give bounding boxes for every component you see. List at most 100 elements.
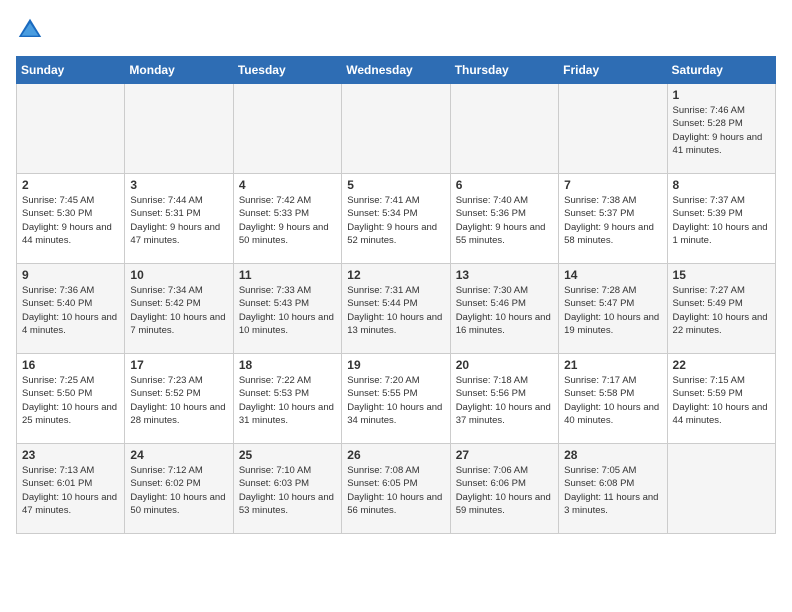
day-number: 7 (564, 178, 661, 192)
day-info: Sunrise: 7:38 AM Sunset: 5:37 PM Dayligh… (564, 194, 661, 247)
day-number: 25 (239, 448, 336, 462)
day-info: Sunrise: 7:33 AM Sunset: 5:43 PM Dayligh… (239, 284, 336, 337)
day-number: 27 (456, 448, 553, 462)
calendar-cell: 18 Sunrise: 7:22 AM Sunset: 5:53 PM Dayli… (233, 354, 341, 444)
calendar-cell: 17 Sunrise: 7:23 AM Sunset: 5:52 PM Dayli… (125, 354, 233, 444)
day-info: Sunrise: 7:05 AM Sunset: 6:08 PM Dayligh… (564, 464, 661, 517)
day-info: Sunrise: 7:30 AM Sunset: 5:46 PM Dayligh… (456, 284, 553, 337)
logo-icon (16, 16, 44, 44)
calendar-cell: 22 Sunrise: 7:15 AM Sunset: 5:59 PM Dayli… (667, 354, 775, 444)
calendar-cell (125, 84, 233, 174)
calendar-cell: 2 Sunrise: 7:45 AM Sunset: 5:30 PM Daylig… (17, 174, 125, 264)
day-info: Sunrise: 7:41 AM Sunset: 5:34 PM Dayligh… (347, 194, 444, 247)
calendar-cell: 26Sunrise: 7:08 AM Sunset: 6:05 PM Dayli… (342, 444, 450, 534)
calendar-cell: 12 Sunrise: 7:31 AM Sunset: 5:44 PM Dayli… (342, 264, 450, 354)
day-number: 24 (130, 448, 227, 462)
calendar-cell: 21 Sunrise: 7:17 AM Sunset: 5:58 PM Dayli… (559, 354, 667, 444)
day-number: 21 (564, 358, 661, 372)
day-info: Sunrise: 7:25 AM Sunset: 5:50 PM Dayligh… (22, 374, 119, 427)
day-number: 8 (673, 178, 770, 192)
calendar-cell (17, 84, 125, 174)
calendar-cell: 27 Sunrise: 7:06 AM Sunset: 6:06 PM Dayli… (450, 444, 558, 534)
calendar-cell: 28 Sunrise: 7:05 AM Sunset: 6:08 PM Dayli… (559, 444, 667, 534)
day-info: Sunrise: 7:37 AM Sunset: 5:39 PM Dayligh… (673, 194, 770, 247)
calendar-cell: 11 Sunrise: 7:33 AM Sunset: 5:43 PM Dayli… (233, 264, 341, 354)
day-info: Sunrise: 7:12 AM Sunset: 6:02 PM Dayligh… (130, 464, 227, 517)
calendar-cell: 1 Sunrise: 7:46 AM Sunset: 5:28 PM Daylig… (667, 84, 775, 174)
day-info: Sunrise: 7:42 AM Sunset: 5:33 PM Dayligh… (239, 194, 336, 247)
day-number: 23 (22, 448, 119, 462)
day-info: Sunrise: 7:10 AM Sunset: 6:03 PM Dayligh… (239, 464, 336, 517)
calendar-cell: 4 Sunrise: 7:42 AM Sunset: 5:33 PM Daylig… (233, 174, 341, 264)
calendar-cell: 8 Sunrise: 7:37 AM Sunset: 5:39 PM Daylig… (667, 174, 775, 264)
day-number: 12 (347, 268, 444, 282)
day-info: Sunrise: 7:23 AM Sunset: 5:52 PM Dayligh… (130, 374, 227, 427)
day-info: Sunrise: 7:46 AM Sunset: 5:28 PM Dayligh… (673, 104, 770, 157)
day-info: Sunrise: 7:17 AM Sunset: 5:58 PM Dayligh… (564, 374, 661, 427)
weekday-header-row: SundayMondayTuesdayWednesdayThursdayFrid… (17, 57, 776, 84)
day-number: 4 (239, 178, 336, 192)
week-row-1: 2 Sunrise: 7:45 AM Sunset: 5:30 PM Daylig… (17, 174, 776, 264)
day-number: 5 (347, 178, 444, 192)
logo (16, 16, 48, 44)
week-row-4: 23 Sunrise: 7:13 AM Sunset: 6:01 PM Dayli… (17, 444, 776, 534)
weekday-header-thursday: Thursday (450, 57, 558, 84)
day-info: Sunrise: 7:45 AM Sunset: 5:30 PM Dayligh… (22, 194, 119, 247)
calendar-cell: 5 Sunrise: 7:41 AM Sunset: 5:34 PM Daylig… (342, 174, 450, 264)
calendar-cell: 15 Sunrise: 7:27 AM Sunset: 5:49 PM Dayli… (667, 264, 775, 354)
day-number: 17 (130, 358, 227, 372)
day-number: 2 (22, 178, 119, 192)
day-number: 16 (22, 358, 119, 372)
calendar-cell: 25 Sunrise: 7:10 AM Sunset: 6:03 PM Dayli… (233, 444, 341, 534)
day-number: 11 (239, 268, 336, 282)
calendar-cell: 19 Sunrise: 7:20 AM Sunset: 5:55 PM Dayli… (342, 354, 450, 444)
day-info: Sunrise: 7:06 AM Sunset: 6:06 PM Dayligh… (456, 464, 553, 517)
day-number: 1 (673, 88, 770, 102)
day-info: Sunrise: 7:44 AM Sunset: 5:31 PM Dayligh… (130, 194, 227, 247)
calendar-cell: 14 Sunrise: 7:28 AM Sunset: 5:47 PM Dayli… (559, 264, 667, 354)
day-number: 19 (347, 358, 444, 372)
day-info: Sunrise: 7:20 AM Sunset: 5:55 PM Dayligh… (347, 374, 444, 427)
calendar-cell: 6Sunrise: 7:40 AM Sunset: 5:36 PM Daylig… (450, 174, 558, 264)
week-row-2: 9 Sunrise: 7:36 AM Sunset: 5:40 PM Daylig… (17, 264, 776, 354)
week-row-3: 16 Sunrise: 7:25 AM Sunset: 5:50 PM Dayli… (17, 354, 776, 444)
day-number: 13 (456, 268, 553, 282)
day-number: 9 (22, 268, 119, 282)
weekday-header-friday: Friday (559, 57, 667, 84)
calendar-table: SundayMondayTuesdayWednesdayThursdayFrid… (16, 56, 776, 534)
day-info: Sunrise: 7:34 AM Sunset: 5:42 PM Dayligh… (130, 284, 227, 337)
day-info: Sunrise: 7:36 AM Sunset: 5:40 PM Dayligh… (22, 284, 119, 337)
day-number: 20 (456, 358, 553, 372)
day-info: Sunrise: 7:28 AM Sunset: 5:47 PM Dayligh… (564, 284, 661, 337)
calendar-cell: 9 Sunrise: 7:36 AM Sunset: 5:40 PM Daylig… (17, 264, 125, 354)
day-number: 18 (239, 358, 336, 372)
calendar-cell: 13 Sunrise: 7:30 AM Sunset: 5:46 PM Dayli… (450, 264, 558, 354)
calendar-cell (342, 84, 450, 174)
calendar-cell: 3Sunrise: 7:44 AM Sunset: 5:31 PM Daylig… (125, 174, 233, 264)
calendar-cell: 7 Sunrise: 7:38 AM Sunset: 5:37 PM Daylig… (559, 174, 667, 264)
page-header (16, 16, 776, 44)
weekday-header-tuesday: Tuesday (233, 57, 341, 84)
calendar-cell (450, 84, 558, 174)
calendar-cell: 16 Sunrise: 7:25 AM Sunset: 5:50 PM Dayli… (17, 354, 125, 444)
calendar-cell: 24 Sunrise: 7:12 AM Sunset: 6:02 PM Dayli… (125, 444, 233, 534)
calendar-cell: 23 Sunrise: 7:13 AM Sunset: 6:01 PM Dayli… (17, 444, 125, 534)
day-info: Sunrise: 7:27 AM Sunset: 5:49 PM Dayligh… (673, 284, 770, 337)
day-info: Sunrise: 7:08 AM Sunset: 6:05 PM Dayligh… (347, 464, 444, 517)
day-info: Sunrise: 7:31 AM Sunset: 5:44 PM Dayligh… (347, 284, 444, 337)
calendar-cell (233, 84, 341, 174)
day-info: Sunrise: 7:13 AM Sunset: 6:01 PM Dayligh… (22, 464, 119, 517)
calendar-cell: 10 Sunrise: 7:34 AM Sunset: 5:42 PM Dayli… (125, 264, 233, 354)
weekday-header-saturday: Saturday (667, 57, 775, 84)
calendar-cell: 20 Sunrise: 7:18 AM Sunset: 5:56 PM Dayli… (450, 354, 558, 444)
day-info: Sunrise: 7:18 AM Sunset: 5:56 PM Dayligh… (456, 374, 553, 427)
weekday-header-wednesday: Wednesday (342, 57, 450, 84)
day-number: 15 (673, 268, 770, 282)
day-info: Sunrise: 7:15 AM Sunset: 5:59 PM Dayligh… (673, 374, 770, 427)
day-number: 28 (564, 448, 661, 462)
day-info: Sunrise: 7:22 AM Sunset: 5:53 PM Dayligh… (239, 374, 336, 427)
day-number: 10 (130, 268, 227, 282)
weekday-header-monday: Monday (125, 57, 233, 84)
day-number: 14 (564, 268, 661, 282)
day-number: 22 (673, 358, 770, 372)
